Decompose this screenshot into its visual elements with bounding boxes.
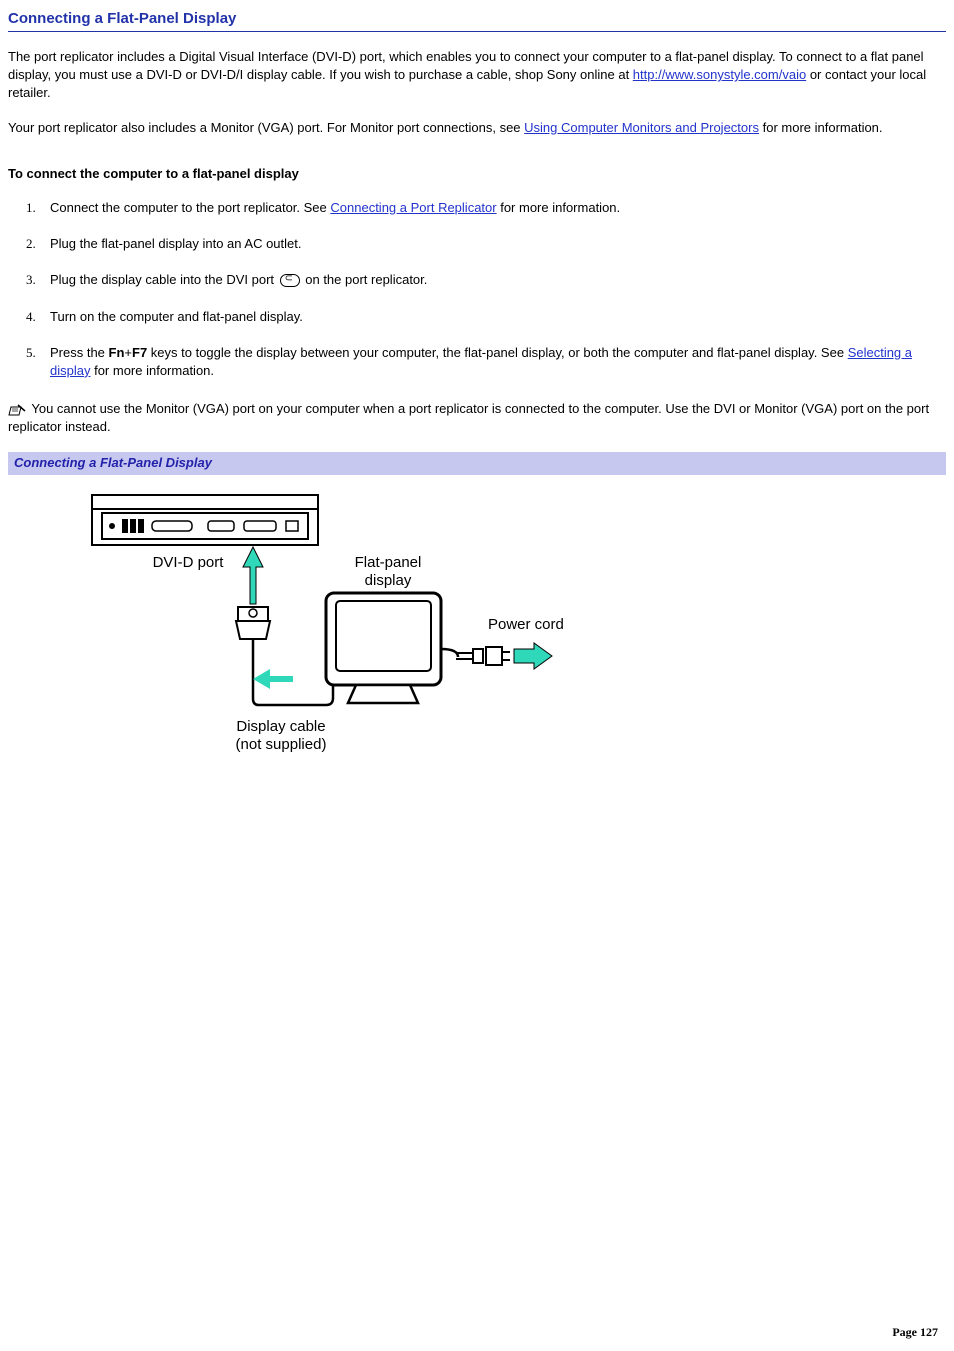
step-5: Press the Fn+F7 keys to toggle the displ… bbox=[50, 344, 946, 380]
step-1-text-a: Connect the computer to the port replica… bbox=[50, 200, 330, 215]
step-5-text-a: Press the bbox=[50, 345, 109, 360]
display-cable-label-2: (not supplied) bbox=[236, 736, 327, 753]
power-cord-label: Power cord bbox=[488, 616, 564, 633]
step-3: Plug the display cable into the DVI port… bbox=[50, 271, 946, 289]
step-2: Plug the flat-panel display into an AC o… bbox=[50, 235, 946, 253]
page-title: Connecting a Flat-Panel Display bbox=[8, 8, 946, 32]
intro-paragraph-2: Your port replicator also includes a Mon… bbox=[8, 119, 946, 137]
page-number: Page 127 bbox=[892, 1324, 938, 1341]
plus-sign: + bbox=[124, 345, 132, 360]
dvi-port-label: DVI-D port bbox=[153, 554, 225, 571]
sonystyle-link[interactable]: http://www.sonystyle.com/vaio bbox=[633, 67, 806, 82]
step-3-text-a: Plug the display cable into the DVI port bbox=[50, 272, 278, 287]
monitor-label-1: Flat-panel bbox=[355, 554, 422, 571]
dvi-port-icon bbox=[280, 274, 300, 287]
step-5-text-b: keys to toggle the display between your … bbox=[147, 345, 848, 360]
note-pencil-icon bbox=[8, 403, 26, 417]
step-1-text-b: for more information. bbox=[497, 200, 621, 215]
intro-text-2a: Your port replicator also includes a Mon… bbox=[8, 120, 524, 135]
fn-key: Fn bbox=[109, 345, 125, 360]
diagram-container: DVI-D port Display cable (not supplied) … bbox=[8, 475, 946, 769]
note-text: You cannot use the Monitor (VGA) port on… bbox=[8, 401, 929, 434]
intro-text-2b: for more information. bbox=[759, 120, 883, 135]
steps-list: Connect the computer to the port replica… bbox=[8, 199, 946, 380]
procedure-heading: To connect the computer to a flat-panel … bbox=[8, 165, 946, 183]
figure-caption: Connecting a Flat-Panel Display bbox=[8, 452, 946, 474]
display-cable-label-1: Display cable bbox=[236, 718, 325, 735]
port-replicator-link[interactable]: Connecting a Port Replicator bbox=[330, 200, 496, 215]
f7-key: F7 bbox=[132, 345, 147, 360]
step-3-text-b: on the port replicator. bbox=[302, 272, 428, 287]
monitors-projectors-link[interactable]: Using Computer Monitors and Projectors bbox=[524, 120, 759, 135]
step-5-text-c: for more information. bbox=[90, 363, 214, 378]
step-1: Connect the computer to the port replica… bbox=[50, 199, 946, 217]
intro-paragraph-1: The port replicator includes a Digital V… bbox=[8, 48, 946, 103]
note-paragraph: You cannot use the Monitor (VGA) port on… bbox=[8, 400, 946, 436]
monitor-label-2: display bbox=[365, 572, 412, 589]
connection-diagram: DVI-D port Display cable (not supplied) … bbox=[78, 489, 598, 769]
step-4: Turn on the computer and flat-panel disp… bbox=[50, 308, 946, 326]
